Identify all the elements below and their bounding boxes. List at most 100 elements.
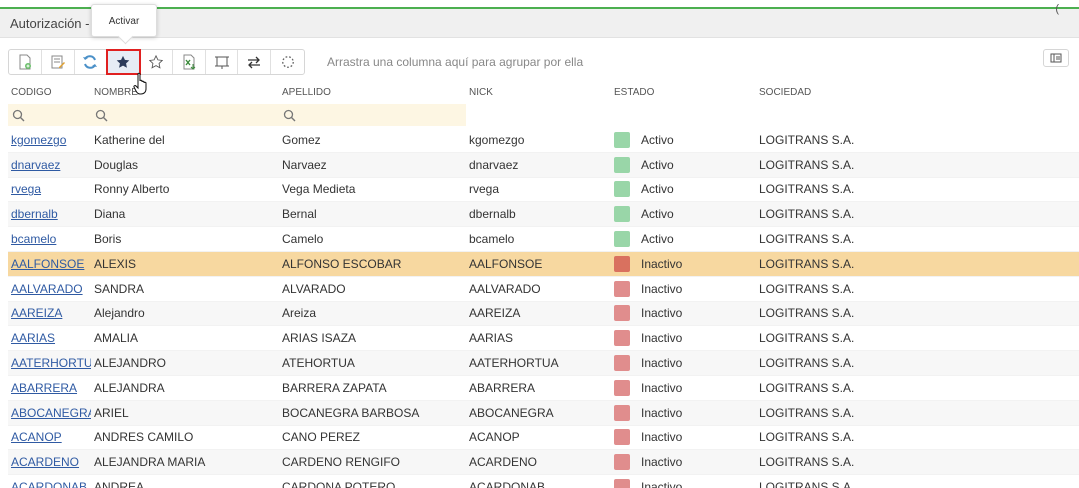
cell-estado: Inactivo: [611, 330, 756, 347]
user-code-link[interactable]: ABOCANEGRA: [11, 406, 91, 420]
user-code-link[interactable]: AARIAS: [11, 331, 55, 345]
table-row[interactable]: ACARDONAB ANDREA CARDONA POTERO ACARDONAB In…: [8, 475, 1079, 488]
table-row[interactable]: bcamelo Boris Camelo bcamelo Activo LOGITRANS…: [8, 227, 1079, 252]
hand-cursor-icon: [133, 72, 147, 95]
cell-estado: Activo: [611, 181, 756, 198]
activate-button[interactable]: [106, 49, 142, 75]
user-code-link[interactable]: ACARDENO: [11, 455, 79, 469]
status-label: Activo: [641, 207, 674, 222]
cell-estado: Activo: [611, 231, 756, 248]
user-code-link[interactable]: AALVARADO: [11, 282, 83, 296]
status-label: Inactivo: [641, 380, 683, 395]
status-color-swatch: [614, 231, 630, 248]
cell-nombre: Boris: [94, 232, 122, 247]
cell-apellido: ALFONSO ESCOBAR: [282, 256, 402, 271]
user-code-link[interactable]: ACARDONAB: [11, 480, 87, 488]
cell-apellido: CARDONA POTERO: [282, 480, 396, 488]
deactivate-button[interactable]: [140, 50, 173, 74]
user-code-link[interactable]: dnarvaez: [11, 158, 60, 172]
cell-sociedad: LOGITRANS S.A.: [759, 306, 855, 321]
user-code-link[interactable]: bcamelo: [11, 232, 56, 246]
cell-nick: AARIAS: [469, 331, 514, 346]
cell-estado: Activo: [611, 131, 756, 148]
cell-nombre: ALEXIS: [94, 256, 137, 271]
table-row[interactable]: dbernalb Diana Bernal dbernalb Activo LOGITRA…: [8, 202, 1079, 228]
user-code-link[interactable]: ABARRERA: [11, 381, 77, 395]
cell-nick: dnarvaez: [469, 157, 519, 172]
tooltip-activar: Activar: [91, 4, 157, 37]
status-color-swatch: [614, 404, 630, 421]
cell-sociedad: LOGITRANS S.A.: [759, 331, 855, 346]
status-color-swatch: [614, 280, 630, 297]
cell-nombre: ARIEL: [94, 405, 129, 420]
swap-button[interactable]: [238, 50, 272, 74]
cell-estado: Activo: [611, 206, 756, 223]
edit-button[interactable]: [42, 50, 75, 74]
grid-body: kgomezgo Katherine del Gomez kgomezgo Activo…: [8, 128, 1079, 488]
status-label: Inactivo: [641, 455, 683, 470]
filter-sociedad[interactable]: [756, 104, 1056, 126]
new-document-icon: [19, 54, 31, 70]
cell-nombre: Douglas: [94, 157, 139, 172]
status-label: Inactivo: [641, 356, 683, 371]
table-row[interactable]: AALFONSOE ALEXIS ALFONSO ESCOBAR AALFONSOE I…: [8, 251, 1079, 277]
group-by-hint: Arrastra una columna aquí para agrupar p…: [327, 55, 584, 69]
cell-apellido: Bernal: [282, 207, 317, 222]
column-chooser-button[interactable]: [206, 50, 239, 74]
cell-sociedad: LOGITRANS S.A.: [759, 380, 855, 395]
column-header-sociedad[interactable]: SOCIEDAD: [756, 87, 1056, 98]
cell-nick: AATERHORTUA: [469, 356, 559, 371]
table-row[interactable]: AATERHORTUAALEJANDROATEHORTUAAATERHORTUA…: [8, 351, 1079, 376]
user-code-link[interactable]: kgomezgo: [11, 133, 66, 147]
search-icon: [95, 109, 108, 121]
panel-icon: [1050, 53, 1062, 63]
filter-codigo[interactable]: [8, 104, 91, 126]
table-row[interactable]: AALVARADO SANDRA ALVARADO AALVARADO Inactivo…: [8, 277, 1079, 302]
cell-sociedad: LOGITRANS S.A.: [759, 182, 855, 197]
cell-sociedad: LOGITRANS S.A.: [759, 256, 855, 271]
table-row[interactable]: dnarvaez Douglas Narvaez dnarvaez Activo LOGI…: [8, 152, 1079, 178]
column-header-estado[interactable]: ESTADO: [611, 87, 756, 98]
user-code-link[interactable]: rvega: [11, 182, 41, 196]
cell-estado: Inactivo: [611, 379, 756, 396]
table-row[interactable]: ABARRERA ALEJANDRA BARRERA ZAPATA ABARRERA I…: [8, 376, 1079, 401]
cell-nombre: Ronny Alberto: [94, 182, 170, 197]
refresh-button[interactable]: [75, 50, 108, 74]
user-code-link[interactable]: AAREIZA: [11, 306, 62, 320]
cell-nombre: SANDRA: [94, 281, 145, 296]
table-row[interactable]: rvega Ronny Alberto Vega Medieta rvega Activ…: [8, 178, 1079, 203]
user-code-link[interactable]: ACANOP: [11, 430, 62, 444]
filter-apellido[interactable]: [279, 104, 466, 126]
cell-estado: Inactivo: [611, 454, 756, 471]
column-header-codigo[interactable]: CÓDIGO: [8, 87, 91, 98]
window-title: Autorización -: [10, 16, 90, 31]
cell-estado: Inactivo: [611, 429, 756, 446]
edit-document-icon: [51, 55, 65, 69]
cell-nick: bcamelo: [469, 232, 515, 247]
table-row[interactable]: ACARDENO ALEJANDRA MARIA CARDENO RENGIFO AC…: [8, 450, 1079, 476]
column-header-apellido[interactable]: APELLIDO: [279, 87, 466, 98]
filter-nombre[interactable]: [91, 104, 279, 126]
column-header-nick[interactable]: NICK: [466, 87, 611, 98]
cell-sociedad: LOGITRANS S.A.: [759, 430, 855, 445]
cell-nombre: ANDREA: [94, 480, 145, 488]
table-row[interactable]: ABOCANEGRA ARIEL BOCANEGRA BARBOSA ABOCANEG…: [8, 400, 1079, 426]
layout-toggle-button[interactable]: [1043, 49, 1069, 67]
window-corner-glyph: (: [1055, 3, 1059, 15]
user-code-link[interactable]: AALFONSOE: [11, 257, 84, 271]
cell-nick: ABOCANEGRA: [469, 405, 554, 420]
cell-apellido: BARRERA ZAPATA: [282, 380, 387, 395]
table-row[interactable]: AAREIZA Alejandro Areiza AAREIZA Inactivo LOG…: [8, 301, 1079, 327]
cell-sociedad: LOGITRANS S.A.: [759, 356, 855, 371]
table-row[interactable]: ACANOP ANDRES CAMILO CANO PEREZ ACANOP Inact…: [8, 426, 1079, 451]
user-code-link[interactable]: AATERHORTUA: [11, 356, 91, 370]
filter-estado[interactable]: [611, 104, 756, 126]
table-row[interactable]: kgomezgo Katherine del Gomez kgomezgo Activo…: [8, 128, 1079, 153]
loading-button[interactable]: [271, 50, 304, 74]
filter-nick[interactable]: [466, 104, 611, 126]
user-code-link[interactable]: dbernalb: [11, 207, 58, 221]
table-row[interactable]: AARIAS AMALIA ARIAS ISAZA AARIAS Inactivo LOG…: [8, 326, 1079, 352]
export-excel-button[interactable]: [173, 50, 206, 74]
column-header-nombre[interactable]: NOMBRE: [91, 87, 279, 98]
new-button[interactable]: [9, 50, 42, 74]
